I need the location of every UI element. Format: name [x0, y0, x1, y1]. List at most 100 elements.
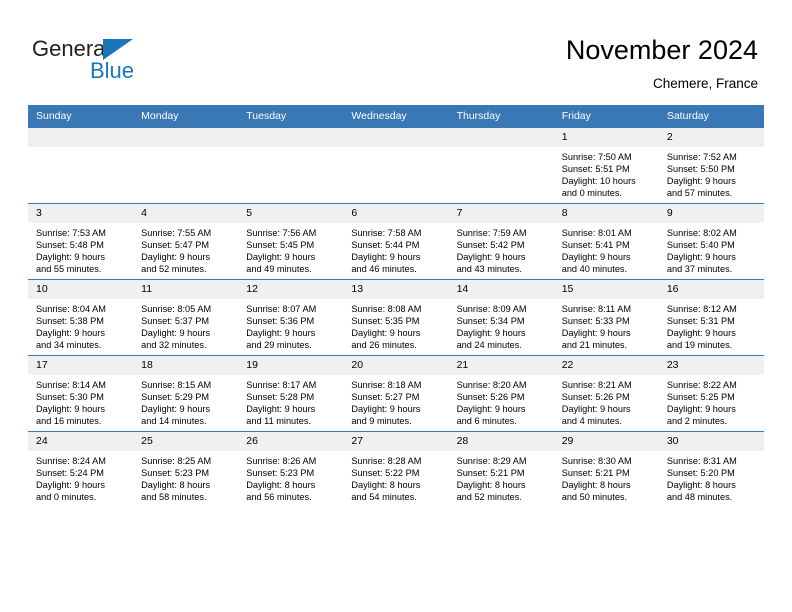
calendar-day-cell[interactable]: 6 Sunrise: 7:58 AM Sunset: 5:44 PM Daylight…	[343, 203, 449, 280]
weekday-header-friday: Friday	[553, 105, 659, 128]
sunrise-text: Sunrise: 8:17 AM	[246, 380, 317, 390]
daylight-text: Daylight: 9 hours	[141, 328, 211, 339]
sunset-text: Sunset: 5:22 PM	[351, 468, 420, 479]
calendar-day-cell[interactable]: 4 Sunrise: 7:55 AM Sunset: 5:47 PM Daylight…	[133, 203, 239, 280]
title-block: November 2024 Chemere, France	[566, 34, 758, 93]
day-details: Sunrise: 8:31 AM Sunset: 5:20 PM Daylight:…	[659, 451, 764, 503]
daylight-text-cont: and 26 minutes.	[351, 340, 417, 351]
page-header: General Blue November 2024 Chemere, Fran…	[0, 0, 792, 100]
calendar-day-cell[interactable]: 24 Sunrise: 8:24 AM Sunset: 5:24 PM Dayligh…	[28, 431, 134, 507]
day-details: Sunrise: 8:05 AM Sunset: 5:37 PM Daylight:…	[133, 299, 238, 351]
sunset-text: Sunset: 5:23 PM	[246, 468, 315, 479]
calendar-day-cell[interactable]: 23 Sunrise: 8:22 AM Sunset: 5:25 PM Dayligh…	[658, 355, 764, 432]
sunrise-text: Sunrise: 8:02 AM	[666, 228, 737, 238]
calendar-day-cell[interactable]: 12 Sunrise: 8:07 AM Sunset: 5:36 PM Dayligh…	[238, 279, 344, 356]
day-number: 28	[448, 432, 554, 451]
calendar-day-cell[interactable]: 30 Sunrise: 8:31 AM Sunset: 5:20 PM Dayligh…	[658, 431, 764, 507]
daylight-text: Daylight: 9 hours	[246, 252, 316, 263]
day-number: 29	[553, 432, 659, 451]
daylight-text: Daylight: 8 hours	[666, 480, 736, 491]
calendar-day-cell[interactable]: 21 Sunrise: 8:20 AM Sunset: 5:26 PM Dayligh…	[448, 355, 554, 432]
day-number: 5	[238, 204, 344, 223]
calendar-day-cell[interactable]: 5 Sunrise: 7:56 AM Sunset: 5:45 PM Daylight…	[238, 203, 344, 280]
calendar-day-cell[interactable]: 15 Sunrise: 8:11 AM Sunset: 5:33 PM Dayligh…	[553, 279, 659, 356]
sunrise-text: Sunrise: 8:22 AM	[666, 380, 737, 390]
weekday-header-tuesday: Tuesday	[238, 105, 344, 128]
day-number: 27	[343, 432, 449, 451]
day-number: 3	[28, 204, 134, 223]
day-number: 6	[343, 204, 449, 223]
weekday-header-monday: Monday	[133, 105, 239, 128]
calendar-day-cell[interactable]: 2 Sunrise: 7:52 AM Sunset: 5:50 PM Daylight…	[658, 128, 764, 204]
daylight-text-cont: and 2 minutes.	[666, 416, 728, 427]
day-number: 7	[448, 204, 554, 223]
sunset-text: Sunset: 5:51 PM	[561, 164, 630, 175]
logo-text-blue: Blue	[90, 58, 135, 83]
calendar-day-cell[interactable]: 22 Sunrise: 8:21 AM Sunset: 5:26 PM Dayligh…	[553, 355, 659, 432]
calendar-day-cell[interactable]: 25 Sunrise: 8:25 AM Sunset: 5:23 PM Dayligh…	[133, 431, 239, 507]
daylight-text: Daylight: 9 hours	[561, 252, 631, 263]
sunset-text: Sunset: 5:37 PM	[141, 316, 210, 327]
calendar-day-cell[interactable]: 28 Sunrise: 8:29 AM Sunset: 5:21 PM Dayligh…	[448, 431, 554, 507]
page-subtitle: Chemere, France	[652, 76, 758, 91]
calendar-header-row: Sunday Monday Tuesday Wednesday Thursday…	[28, 105, 764, 128]
calendar-day-cell[interactable]: 7 Sunrise: 7:59 AM Sunset: 5:42 PM Daylight…	[448, 203, 554, 280]
sunset-text: Sunset: 5:45 PM	[246, 240, 315, 251]
daylight-text: Daylight: 9 hours	[456, 252, 526, 263]
day-number	[448, 128, 554, 147]
calendar-day-cell[interactable]: 16 Sunrise: 8:12 AM Sunset: 5:31 PM Dayligh…	[658, 279, 764, 356]
calendar-day-cell[interactable]: 11 Sunrise: 8:05 AM Sunset: 5:37 PM Dayligh…	[133, 279, 239, 356]
calendar-day-cell[interactable]: 8 Sunrise: 8:01 AM Sunset: 5:41 PM Daylight…	[553, 203, 659, 280]
sunset-text: Sunset: 5:26 PM	[561, 392, 630, 403]
calendar-day-cell[interactable]: 3 Sunrise: 7:53 AM Sunset: 5:48 PM Daylight…	[28, 203, 134, 280]
calendar-day-cell[interactable]: 13 Sunrise: 8:08 AM Sunset: 5:35 PM Dayligh…	[343, 279, 449, 356]
day-details: Sunrise: 8:29 AM Sunset: 5:21 PM Daylight:…	[449, 451, 554, 503]
sunrise-text: Sunrise: 7:53 AM	[36, 228, 106, 238]
sunset-text: Sunset: 5:21 PM	[456, 468, 525, 479]
calendar-day-cell[interactable]: 14 Sunrise: 8:09 AM Sunset: 5:34 PM Dayligh…	[448, 279, 554, 356]
calendar-cell-empty	[343, 128, 449, 204]
daylight-text-cont: and 54 minutes.	[351, 492, 417, 503]
calendar-day-cell[interactable]: 29 Sunrise: 8:30 AM Sunset: 5:21 PM Dayligh…	[553, 431, 659, 507]
day-details: Sunrise: 7:58 AM Sunset: 5:44 PM Daylight:…	[343, 223, 448, 275]
calendar-day-cell[interactable]: 9 Sunrise: 8:02 AM Sunset: 5:40 PM Daylight…	[658, 203, 764, 280]
sunset-text: Sunset: 5:40 PM	[666, 240, 735, 251]
day-number: 12	[238, 280, 344, 299]
general-blue-logo[interactable]: General Blue	[32, 36, 212, 90]
sunset-text: Sunset: 5:24 PM	[36, 468, 104, 479]
calendar-day-cell[interactable]: 27 Sunrise: 8:28 AM Sunset: 5:22 PM Dayligh…	[343, 431, 449, 507]
calendar-container: Sunday Monday Tuesday Wednesday Thursday…	[28, 105, 764, 507]
day-details: Sunrise: 7:55 AM Sunset: 5:47 PM Daylight:…	[133, 223, 238, 275]
sunset-text: Sunset: 5:26 PM	[456, 392, 525, 403]
daylight-text-cont: and 34 minutes.	[36, 340, 102, 351]
calendar-cell-empty	[28, 128, 134, 204]
day-details: Sunrise: 7:59 AM Sunset: 5:42 PM Daylight:…	[449, 223, 554, 275]
day-number	[28, 128, 134, 147]
day-details: Sunrise: 8:24 AM Sunset: 5:24 PM Daylight:…	[28, 451, 133, 503]
day-number: 22	[553, 356, 659, 375]
day-details: Sunrise: 8:09 AM Sunset: 5:34 PM Daylight:…	[449, 299, 554, 351]
day-details: Sunrise: 8:21 AM Sunset: 5:26 PM Daylight:…	[554, 375, 659, 427]
day-details: Sunrise: 8:01 AM Sunset: 5:41 PM Daylight:…	[554, 223, 659, 275]
calendar-day-cell[interactable]: 18 Sunrise: 8:15 AM Sunset: 5:29 PM Dayligh…	[133, 355, 239, 432]
day-details: Sunrise: 8:08 AM Sunset: 5:35 PM Daylight:…	[343, 299, 448, 351]
calendar-day-cell[interactable]: 10 Sunrise: 8:04 AM Sunset: 5:38 PM Dayligh…	[28, 279, 134, 356]
calendar-day-cell[interactable]: 20 Sunrise: 8:18 AM Sunset: 5:27 PM Dayligh…	[343, 355, 449, 432]
calendar-week-row: 17 Sunrise: 8:14 AM Sunset: 5:30 PM Dayligh…	[28, 355, 764, 432]
day-details: Sunrise: 8:14 AM Sunset: 5:30 PM Daylight:…	[28, 375, 133, 427]
calendar-day-cell[interactable]: 19 Sunrise: 8:17 AM Sunset: 5:28 PM Dayligh…	[238, 355, 344, 432]
sunset-text: Sunset: 5:36 PM	[246, 316, 315, 327]
daylight-text: Daylight: 8 hours	[561, 480, 631, 491]
day-number: 8	[553, 204, 659, 223]
sunset-text: Sunset: 5:20 PM	[666, 468, 735, 479]
calendar-day-cell[interactable]: 17 Sunrise: 8:14 AM Sunset: 5:30 PM Dayligh…	[28, 355, 134, 432]
calendar-day-cell[interactable]: 26 Sunrise: 8:26 AM Sunset: 5:23 PM Dayligh…	[238, 431, 344, 507]
day-number: 23	[658, 356, 764, 375]
daylight-text: Daylight: 9 hours	[666, 328, 736, 339]
sunset-text: Sunset: 5:23 PM	[141, 468, 210, 479]
day-number: 1	[553, 128, 659, 147]
sunset-text: Sunset: 5:34 PM	[456, 316, 525, 327]
daylight-text-cont: and 55 minutes.	[36, 264, 102, 275]
day-number: 25	[133, 432, 239, 451]
calendar-day-cell[interactable]: 1 Sunrise: 7:50 AM Sunset: 5:51 PM Daylight…	[553, 128, 659, 204]
